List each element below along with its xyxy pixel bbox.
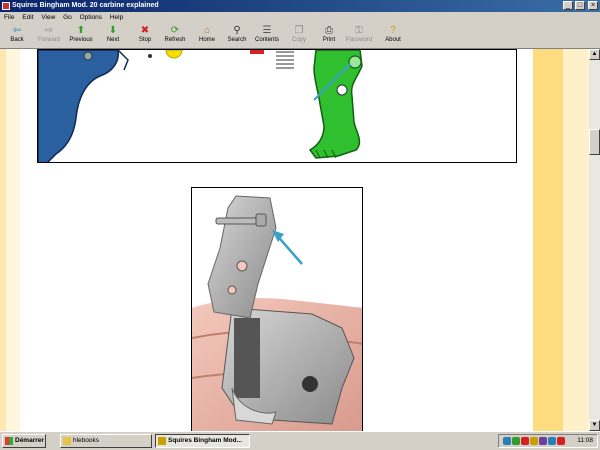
toolbar-label: Refresh [164, 37, 186, 43]
about-button[interactable]: ? About [376, 24, 410, 48]
vertical-scrollbar[interactable]: ▲ ▼ [589, 49, 600, 431]
forward-arrow-icon: ⇨ [44, 25, 54, 36]
trigger-mechanism-diagram [37, 49, 517, 163]
scroll-up-arrow-icon[interactable]: ▲ [589, 49, 600, 60]
toolbar-label: Next [106, 37, 120, 43]
toolbar-label: Copy [291, 37, 306, 43]
print-button[interactable]: ⎙ Print [312, 24, 346, 48]
start-label: Démarrer [15, 437, 44, 444]
folder-icon [63, 437, 71, 445]
system-tray: 11:08 [498, 434, 598, 448]
menu-view[interactable]: View [41, 14, 55, 21]
toolbar-label: About [385, 37, 401, 43]
contents-button[interactable]: ☰ Contents [250, 24, 284, 48]
toolbar-label: Previous [69, 37, 93, 43]
refresh-icon: ⟳ [170, 25, 180, 36]
search-icon: ⚲ [233, 25, 241, 36]
print-icon: ⎙ [325, 25, 333, 36]
back-arrow-icon: ⇦ [12, 25, 22, 36]
taskbar: Démarrer hlebooks Squires Bingham Mod...… [0, 431, 600, 450]
toolbar: ⇦ Back ⇨ Forward ⬆ Previous ⬇ Next ✖ Stop ⟳ Refresh… [0, 23, 600, 49]
task-label: hlebooks [73, 437, 100, 444]
maximize-button[interactable]: □ [575, 1, 585, 10]
stop-button[interactable]: ✖ Stop [128, 24, 162, 48]
password-button[interactable]: ⚿ Password [342, 24, 376, 48]
window-title: Squires Bingham Mod. 20 carbine explaine… [12, 2, 159, 9]
toolbar-label: Search [227, 37, 247, 43]
menu-bar: File Edit View Go Options Help [0, 12, 600, 23]
tray-icon[interactable] [539, 437, 547, 445]
home-button[interactable]: ⌂ Home [190, 24, 224, 48]
app-icon[interactable] [2, 2, 10, 10]
close-button[interactable]: × [588, 1, 598, 10]
left-border-stripe-light [6, 49, 20, 431]
task-squires-bingham[interactable]: Squires Bingham Mod... [155, 434, 250, 448]
toolbar-label: Home [198, 37, 215, 43]
sear-photo [191, 187, 363, 431]
copy-icon: ❐ [294, 25, 304, 36]
forward-button[interactable]: ⇨ Forward [32, 24, 66, 48]
toolbar-label: Back [10, 37, 24, 43]
tray-icon[interactable] [503, 437, 511, 445]
toolbar-label: Forward [37, 37, 60, 43]
title-bar: Squires Bingham Mod. 20 carbine explaine… [0, 0, 600, 12]
scroll-down-arrow-icon[interactable]: ▼ [589, 420, 600, 431]
contents-icon: ☰ [262, 25, 272, 36]
home-icon: ⌂ [203, 25, 211, 36]
toolbar-label: Password [345, 37, 373, 43]
menu-help[interactable]: Help [110, 14, 123, 21]
menu-go[interactable]: Go [63, 14, 72, 21]
copy-button[interactable]: ❐ Copy [282, 24, 316, 48]
ebook-icon [158, 437, 166, 445]
right-border-stripe-light [563, 49, 589, 431]
menu-file[interactable]: File [4, 14, 14, 21]
menu-edit[interactable]: Edit [22, 14, 33, 21]
menu-options[interactable]: Options [80, 14, 102, 21]
next-button[interactable]: ⬇ Next [96, 24, 130, 48]
toolbar-label: Print [322, 37, 336, 43]
start-button[interactable]: Démarrer [2, 434, 46, 448]
tray-icon[interactable] [557, 437, 565, 445]
windows-flag-icon [5, 437, 13, 445]
toolbar-label: Contents [254, 37, 279, 43]
scroll-thumb[interactable] [589, 129, 600, 155]
key-icon: ⚿ [355, 25, 363, 36]
page-content [0, 49, 589, 431]
down-arrow-icon: ⬇ [108, 25, 118, 36]
refresh-button[interactable]: ⟳ Refresh [158, 24, 192, 48]
clock: 11:08 [577, 437, 593, 444]
toolbar-label: Stop [138, 37, 152, 43]
tray-icon[interactable] [548, 437, 556, 445]
tray-icon[interactable] [530, 437, 538, 445]
tray-icon[interactable] [521, 437, 529, 445]
about-icon: ? [390, 25, 396, 36]
stop-icon: ✖ [140, 25, 150, 36]
task-hlebooks[interactable]: hlebooks [60, 434, 152, 448]
minimize-button[interactable]: _ [563, 1, 573, 10]
task-label: Squires Bingham Mod... [168, 437, 243, 444]
tray-icon[interactable] [512, 437, 520, 445]
back-button[interactable]: ⇦ Back [0, 24, 34, 48]
right-border-stripe [533, 49, 563, 431]
up-arrow-icon: ⬆ [76, 25, 86, 36]
search-button[interactable]: ⚲ Search [220, 24, 254, 48]
previous-button[interactable]: ⬆ Previous [64, 24, 98, 48]
